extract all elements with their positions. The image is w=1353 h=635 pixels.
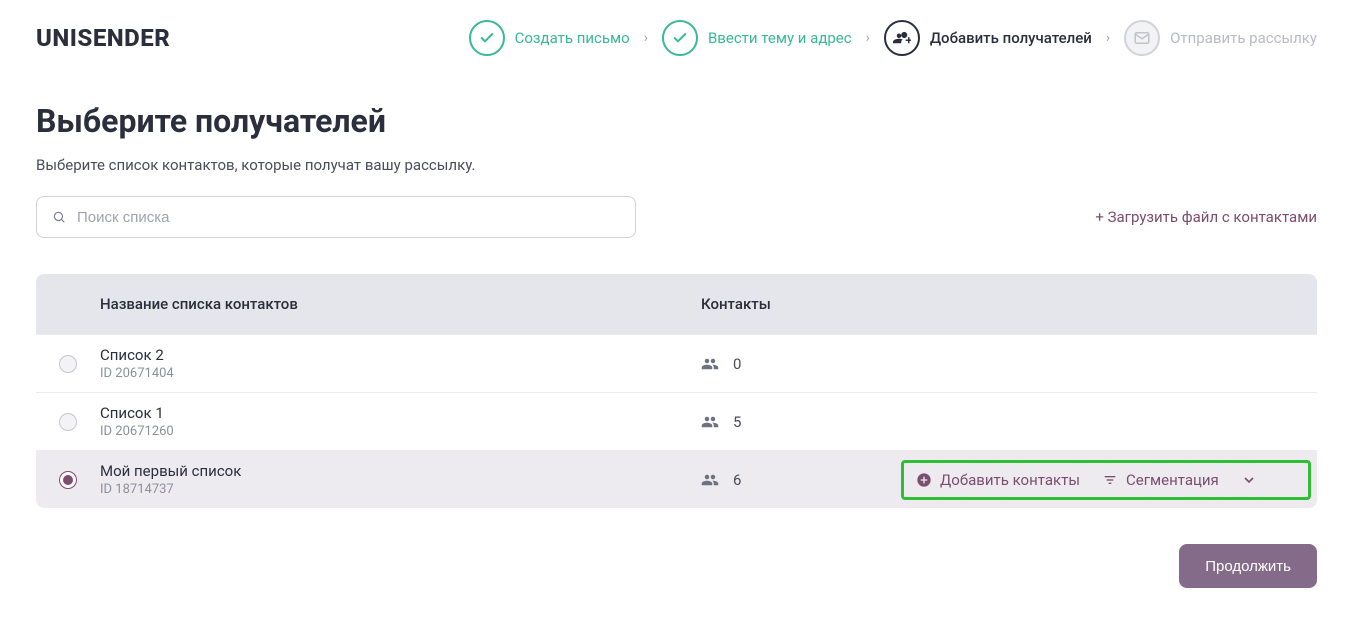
contacts-table: Название списка контактов Контакты Списо… bbox=[36, 274, 1317, 508]
chevron-right-icon: › bbox=[644, 30, 648, 46]
check-icon bbox=[662, 20, 698, 56]
search-icon bbox=[52, 210, 66, 224]
list-id: ID 20671260 bbox=[100, 424, 701, 439]
step-label: Создать письмо bbox=[515, 29, 630, 47]
step-label: Отправить рассылку bbox=[1170, 29, 1317, 47]
table-row[interactable]: Список 1 ID 20671260 5 bbox=[36, 392, 1317, 450]
people-icon bbox=[701, 355, 719, 373]
table-row[interactable]: Мой первый список ID 18714737 6 Добавить… bbox=[36, 450, 1317, 508]
search-input[interactable] bbox=[36, 196, 636, 238]
list-name: Список 2 bbox=[100, 346, 701, 364]
radio-cell bbox=[36, 471, 100, 489]
search-row: + Загрузить файл с контактами bbox=[36, 196, 1317, 238]
header: UNISENDER Создать письмо › Ввести тему и… bbox=[36, 20, 1317, 56]
step-add-recipients[interactable]: Добавить получателей bbox=[884, 20, 1092, 56]
contacts-count: 0 bbox=[733, 355, 741, 373]
chevron-down-icon[interactable] bbox=[1241, 472, 1257, 488]
page-subtitle: Выберите список контактов, которые получ… bbox=[36, 156, 1317, 174]
list-id: ID 18714737 bbox=[100, 482, 701, 497]
continue-button[interactable]: Продолжить bbox=[1179, 544, 1317, 588]
contacts-cell: 6 bbox=[701, 471, 901, 489]
column-header-contacts: Контакты bbox=[701, 295, 901, 313]
list-name: Список 1 bbox=[100, 404, 701, 422]
segmentation-button[interactable]: Сегментация bbox=[1102, 471, 1219, 489]
list-name-cell: Список 2 ID 20671404 bbox=[100, 346, 701, 381]
people-icon bbox=[701, 413, 719, 431]
chevron-right-icon: › bbox=[866, 30, 870, 46]
list-name-cell: Мой первый список ID 18714737 bbox=[100, 462, 701, 497]
footer: Продолжить bbox=[36, 544, 1317, 588]
radio-cell bbox=[36, 355, 100, 373]
wizard-steps: Создать письмо › Ввести тему и адрес › Д… bbox=[469, 20, 1317, 56]
radio-button[interactable] bbox=[59, 413, 77, 431]
add-contacts-button[interactable]: Добавить контакты bbox=[916, 471, 1080, 489]
list-id: ID 20671404 bbox=[100, 366, 701, 381]
table-row[interactable]: Список 2 ID 20671404 0 bbox=[36, 334, 1317, 392]
table-header: Название списка контактов Контакты bbox=[36, 274, 1317, 334]
upload-contacts-link[interactable]: + Загрузить файл с контактами bbox=[1095, 208, 1317, 226]
radio-button[interactable] bbox=[59, 355, 77, 373]
contacts-count: 6 bbox=[733, 471, 741, 489]
check-icon bbox=[469, 20, 505, 56]
radio-button[interactable] bbox=[59, 471, 77, 489]
list-name: Мой первый список bbox=[100, 462, 701, 480]
row-actions: Добавить контакты Сегментация bbox=[901, 460, 1311, 500]
filter-icon bbox=[1102, 472, 1118, 488]
action-label: Добавить контакты bbox=[940, 471, 1080, 489]
brand-logo[interactable]: UNISENDER bbox=[36, 24, 170, 52]
chevron-right-icon: › bbox=[1106, 30, 1110, 46]
list-name-cell: Список 1 ID 20671260 bbox=[100, 404, 701, 439]
step-create-letter[interactable]: Создать письмо bbox=[469, 20, 630, 56]
add-user-icon bbox=[884, 20, 920, 56]
column-header-name: Название списка контактов bbox=[100, 295, 701, 313]
envelope-icon bbox=[1124, 20, 1160, 56]
step-subject-address[interactable]: Ввести тему и адрес bbox=[662, 20, 852, 56]
contacts-cell: 0 bbox=[701, 355, 901, 373]
step-label: Добавить получателей bbox=[930, 29, 1092, 47]
step-label: Ввести тему и адрес bbox=[708, 29, 852, 47]
plus-circle-icon bbox=[916, 472, 932, 488]
page-title: Выберите получателей bbox=[36, 102, 1317, 140]
step-send: Отправить рассылку bbox=[1124, 20, 1317, 56]
radio-cell bbox=[36, 413, 100, 431]
contacts-cell: 5 bbox=[701, 413, 901, 431]
search-wrap bbox=[36, 196, 636, 238]
contacts-count: 5 bbox=[733, 413, 741, 431]
people-icon bbox=[701, 471, 719, 489]
action-label: Сегментация bbox=[1126, 471, 1219, 489]
